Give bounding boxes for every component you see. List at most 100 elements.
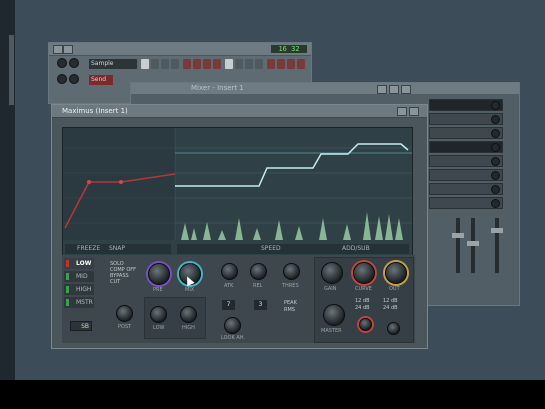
lookahead-label: LOOK AH. <box>221 335 246 341</box>
pre-gain-knob[interactable] <box>148 263 170 285</box>
step[interactable] <box>287 59 295 69</box>
fx-slot[interactable] <box>429 113 503 125</box>
step[interactable] <box>193 59 201 69</box>
step[interactable] <box>225 59 233 69</box>
high-freq-knob[interactable] <box>180 306 197 323</box>
step[interactable] <box>141 59 149 69</box>
step[interactable] <box>297 59 305 69</box>
step[interactable] <box>255 59 263 69</box>
step[interactable] <box>171 59 179 69</box>
band-high-button[interactable]: HIGH <box>64 284 94 295</box>
pattern-lcd: 16 32 <box>271 45 307 53</box>
low-freq-knob[interactable] <box>150 306 167 323</box>
freq-panel: LOW HIGH <box>144 297 206 339</box>
mixer-titlebar[interactable]: Mixer - Insert 1 <box>131 83 519 94</box>
threshold-knob[interactable] <box>283 263 300 280</box>
step[interactable] <box>213 59 221 69</box>
release-label: REL <box>253 283 263 289</box>
slot-mix-knob[interactable] <box>491 199 500 208</box>
scrollbar[interactable] <box>9 35 14 105</box>
lookahead-knob[interactable] <box>224 317 241 334</box>
step[interactable] <box>151 59 159 69</box>
band-led <box>66 286 69 293</box>
high-db-option[interactable]: 24 dB <box>383 305 398 311</box>
gain-label: GAIN <box>324 286 337 292</box>
step[interactable] <box>203 59 211 69</box>
speed-button[interactable]: SPEED <box>261 244 281 254</box>
rms-option[interactable]: RMS <box>284 307 295 313</box>
envelope-display[interactable]: FREEZE SNAP SPEED ADD/SUB <box>62 127 413 257</box>
step[interactable] <box>235 59 243 69</box>
step[interactable] <box>267 59 275 69</box>
fx-slot[interactable] <box>429 169 503 181</box>
pan-knob[interactable] <box>57 58 67 68</box>
knee-stepper[interactable]: 3 <box>254 300 267 310</box>
fader-track[interactable] <box>456 218 460 273</box>
fx-slot[interactable] <box>429 127 503 139</box>
peak-option[interactable]: PEAK <box>284 300 297 306</box>
slot-mix-knob[interactable] <box>491 171 500 180</box>
fx-slot[interactable] <box>429 197 503 209</box>
band-mid-button[interactable]: MID <box>64 271 94 282</box>
slot-mix-knob[interactable] <box>491 185 500 194</box>
master-knob[interactable] <box>323 304 345 326</box>
maximus-window: Maximus (Insert 1) FREEZE SNAP SPEED ADD… <box>51 104 428 349</box>
slot-mix-knob[interactable] <box>491 157 500 166</box>
close-icon[interactable] <box>401 85 411 94</box>
channel-name[interactable]: Send <box>89 75 113 85</box>
add-sub-button[interactable]: ADD/SUB <box>342 244 370 254</box>
release-knob[interactable] <box>250 263 267 280</box>
fader-handle[interactable] <box>491 228 503 233</box>
band-low-button[interactable]: LOW <box>64 258 94 269</box>
low-db-option[interactable]: 24 dB <box>355 305 370 311</box>
fx-slot[interactable] <box>429 183 503 195</box>
window-icon[interactable] <box>63 45 73 54</box>
fx-slot[interactable] <box>429 141 503 153</box>
band-master-button[interactable]: MSTR <box>64 297 94 308</box>
minimize-icon[interactable] <box>377 85 387 94</box>
channel-name[interactable]: Sample <box>89 59 137 69</box>
knee-knob[interactable] <box>387 322 400 335</box>
slot-mix-knob[interactable] <box>491 129 500 138</box>
post-knob[interactable] <box>116 305 133 322</box>
volume-knob[interactable] <box>69 74 79 84</box>
slot-mix-knob[interactable] <box>491 143 500 152</box>
cut-option[interactable]: CUT <box>110 279 120 285</box>
fader-handle[interactable] <box>467 241 479 246</box>
fader-track[interactable] <box>495 218 499 273</box>
right-toolbar: SPEED ADD/SUB <box>177 244 409 254</box>
freeze-button[interactable]: FREEZE <box>77 244 100 254</box>
step[interactable] <box>183 59 191 69</box>
high-db-option[interactable]: 12 dB <box>383 298 398 304</box>
attack-knob[interactable] <box>221 263 238 280</box>
maximus-titlebar[interactable]: Maximus (Insert 1) <box>52 105 427 118</box>
minimize-icon[interactable] <box>397 107 407 116</box>
band-label: LOW <box>76 260 92 267</box>
slot-mix-knob[interactable] <box>491 101 500 110</box>
close-icon[interactable] <box>389 85 399 94</box>
fader-handle[interactable] <box>452 233 464 238</box>
step[interactable] <box>245 59 253 69</box>
lookahead-stepper[interactable]: 7 <box>222 300 235 310</box>
close-icon[interactable] <box>409 107 419 116</box>
sb-toggle[interactable]: SB <box>70 321 92 331</box>
step[interactable] <box>161 59 169 69</box>
output-panel: GAIN CURVE OUT MASTER 12 dB 24 dB 12 dB … <box>314 257 414 343</box>
fx-slot[interactable] <box>429 99 503 111</box>
channel-rack-titlebar[interactable]: 16 32 <box>49 43 311 56</box>
low-db-option[interactable]: 12 dB <box>355 298 370 304</box>
menu-icon[interactable] <box>53 45 63 54</box>
envelope-point <box>87 180 91 184</box>
attack-label: ATK <box>224 283 234 289</box>
gain-knob[interactable] <box>321 262 343 284</box>
volume-knob[interactable] <box>69 58 79 68</box>
slot-mix-knob[interactable] <box>491 115 500 124</box>
snap-button[interactable]: SNAP <box>109 244 125 254</box>
step[interactable] <box>277 59 285 69</box>
pan-knob[interactable] <box>57 74 67 84</box>
fx-slot[interactable] <box>429 155 503 167</box>
output-knob[interactable] <box>385 262 407 284</box>
curve-knob[interactable] <box>353 262 375 284</box>
saturation-knob[interactable] <box>359 318 372 331</box>
envelope-graph[interactable] <box>63 128 412 256</box>
